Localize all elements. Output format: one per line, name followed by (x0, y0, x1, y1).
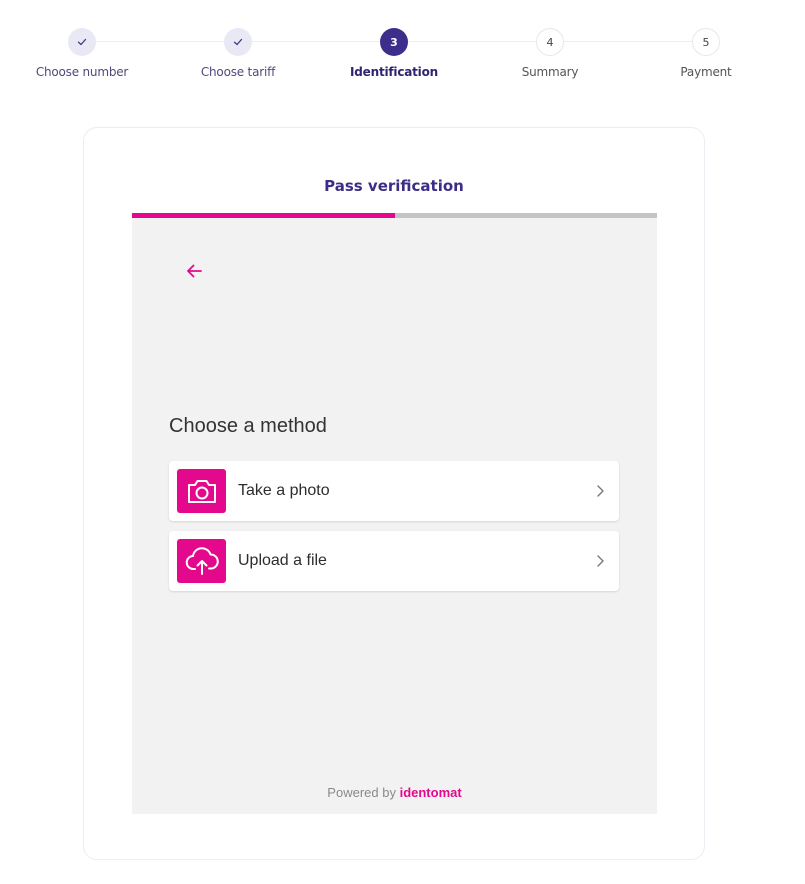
option-label: Upload a file (238, 552, 327, 569)
brand-link[interactable]: identomat (400, 785, 462, 800)
step-number: 5 (692, 28, 720, 56)
chevron-right-icon (597, 555, 604, 567)
verification-card: Pass verification Choose a method Take a… (83, 127, 705, 860)
powered-by-text: Powered by (327, 785, 396, 800)
step-label: Choose number (35, 65, 129, 79)
take-photo-option[interactable]: Take a photo (169, 461, 619, 521)
step-choose-number[interactable]: Choose number (12, 28, 152, 79)
arrow-left-icon[interactable] (182, 259, 206, 283)
step-label: Choose tariff (200, 65, 276, 79)
step-summary: 4 Summary (480, 28, 620, 79)
step-label: Identification (350, 65, 438, 79)
step-choose-tariff[interactable]: Choose tariff (168, 28, 308, 79)
step-label: Payment (680, 65, 732, 79)
verification-panel: Choose a method Take a photo Upload a fi… (132, 218, 657, 814)
step-number: 4 (536, 28, 564, 56)
method-title: Choose a method (169, 415, 327, 437)
check-icon (68, 28, 96, 56)
upload-file-option[interactable]: Upload a file (169, 531, 619, 591)
powered-by: Powered by identomat (132, 785, 657, 800)
stepper: Choose number Choose tariff 3 Identifica… (0, 0, 805, 100)
step-number: 3 (380, 28, 408, 56)
chevron-right-icon (597, 485, 604, 497)
step-identification: 3 Identification (324, 28, 464, 79)
cloud-upload-icon (177, 539, 226, 583)
step-label: Summary (521, 65, 579, 79)
step-payment: 5 Payment (636, 28, 776, 79)
check-icon (224, 28, 252, 56)
option-label: Take a photo (238, 482, 330, 499)
card-title: Pass verification (324, 177, 464, 195)
camera-icon (177, 469, 226, 513)
